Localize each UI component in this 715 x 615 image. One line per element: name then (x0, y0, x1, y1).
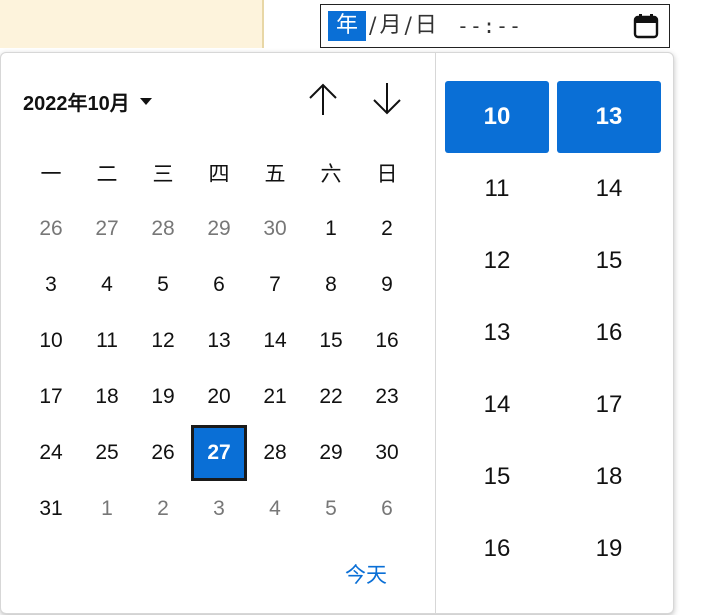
calendar-day[interactable]: 4 (79, 257, 135, 313)
weekday-label: 四 (208, 162, 230, 186)
weekday-header-row: 一 二 三 四 五 六 日 (23, 145, 415, 201)
calendar-icon[interactable] (633, 13, 659, 39)
calendar-panel: 2022年10月 一 二 三 四 五 六 日 26 27 28 29 30 1 … (1, 53, 436, 613)
calendar-day[interactable]: 6 (191, 257, 247, 313)
month-year-label: 2022年10月 (23, 93, 130, 115)
calendar-day-other-month[interactable]: 1 (79, 481, 135, 537)
calendar-day[interactable]: 19 (135, 369, 191, 425)
hour-option[interactable]: 11 (445, 153, 549, 225)
date-separator: / (404, 13, 412, 39)
calendar-day[interactable]: 9 (359, 257, 415, 313)
calendar-day-other-month[interactable]: 28 (135, 201, 191, 257)
calendar-day[interactable]: 22 (303, 369, 359, 425)
calendar-day[interactable]: 30 (359, 425, 415, 481)
weekday-label: 日 (376, 162, 398, 186)
calendar-day-other-month[interactable]: 29 (191, 201, 247, 257)
arrow-down-icon[interactable] (367, 79, 407, 119)
hour-option[interactable]: 16 (445, 513, 549, 585)
month-year-selector[interactable]: 2022年10月 (23, 87, 152, 116)
calendar-day[interactable]: 17 (23, 369, 79, 425)
hour-column[interactable]: 10 11 12 13 14 15 16 (445, 81, 549, 585)
background-panel (0, 0, 264, 48)
year-segment[interactable]: 年 (328, 11, 367, 41)
calendar-day[interactable]: 10 (23, 313, 79, 369)
calendar-day[interactable]: 12 (135, 313, 191, 369)
weekday-label: 二 (96, 162, 118, 186)
calendar-day[interactable]: 18 (79, 369, 135, 425)
calendar-day[interactable]: 11 (79, 313, 135, 369)
day-segment[interactable]: 日 (415, 11, 437, 41)
calendar-day[interactable]: 13 (191, 313, 247, 369)
minute-option[interactable]: 14 (557, 153, 661, 225)
calendar-day[interactable]: 31 (23, 481, 79, 537)
weekday-label: 六 (320, 162, 342, 186)
minute-option-selected[interactable]: 13 (557, 81, 661, 153)
minute-option[interactable]: 17 (557, 369, 661, 441)
calendar-day[interactable]: 29 (303, 425, 359, 481)
calendar-day[interactable]: 2 (359, 201, 415, 257)
today-button[interactable]: 今天 (345, 559, 387, 589)
weekday-label: 一 (40, 162, 62, 186)
calendar-week-row: 17 18 19 20 21 22 23 (23, 369, 415, 425)
calendar-day[interactable]: 7 (247, 257, 303, 313)
calendar-day[interactable]: 16 (359, 313, 415, 369)
calendar-week-row: 24 25 26 27 28 29 30 (23, 425, 415, 481)
hour-option[interactable]: 13 (445, 297, 549, 369)
date-separator: / (369, 13, 377, 39)
hour-option[interactable]: 15 (445, 441, 549, 513)
calendar-day-other-month[interactable]: 6 (359, 481, 415, 537)
datetime-input[interactable]: 年 / 月 / 日 --:-- (320, 4, 670, 48)
calendar-day-other-month[interactable]: 2 (135, 481, 191, 537)
calendar-day-other-month[interactable]: 4 (247, 481, 303, 537)
calendar-day[interactable]: 5 (135, 257, 191, 313)
calendar-week-row: 26 27 28 29 30 1 2 (23, 201, 415, 257)
calendar-day-other-month[interactable]: 26 (23, 201, 79, 257)
hour-option-selected[interactable]: 10 (445, 81, 549, 153)
calendar-day[interactable]: 28 (247, 425, 303, 481)
calendar-day[interactable]: 23 (359, 369, 415, 425)
calendar-day[interactable]: 3 (23, 257, 79, 313)
calendar-day[interactable]: 25 (79, 425, 135, 481)
calendar-day[interactable]: 26 (135, 425, 191, 481)
calendar-day-other-month[interactable]: 30 (247, 201, 303, 257)
calendar-day[interactable]: 21 (247, 369, 303, 425)
minute-option[interactable]: 19 (557, 513, 661, 585)
calendar-day[interactable]: 8 (303, 257, 359, 313)
calendar-day-other-month[interactable]: 3 (191, 481, 247, 537)
calendar-day[interactable]: 24 (23, 425, 79, 481)
calendar-day-other-month[interactable]: 27 (79, 201, 135, 257)
weekday-label: 五 (264, 162, 286, 186)
hour-option[interactable]: 12 (445, 225, 549, 297)
hour-option[interactable]: 14 (445, 369, 549, 441)
calendar-day[interactable]: 15 (303, 313, 359, 369)
calendar-week-row: 10 11 12 13 14 15 16 (23, 313, 415, 369)
calendar-week-row: 3 4 5 6 7 8 9 (23, 257, 415, 313)
calendar-day-selected[interactable]: 27 (191, 425, 247, 481)
month-segment[interactable]: 月 (379, 11, 401, 41)
arrow-up-icon[interactable] (303, 79, 343, 119)
calendar-day[interactable]: 20 (191, 369, 247, 425)
caret-down-icon (139, 98, 152, 105)
calendar-grid: 一 二 三 四 五 六 日 26 27 28 29 30 1 2 3 4 5 6… (23, 145, 415, 537)
minute-option[interactable]: 16 (557, 297, 661, 369)
calendar-day[interactable]: 1 (303, 201, 359, 257)
calendar-day[interactable]: 14 (247, 313, 303, 369)
time-segment[interactable]: --:-- (457, 14, 522, 38)
datetime-picker-popup: 2022年10月 一 二 三 四 五 六 日 26 27 28 29 30 1 … (0, 52, 674, 614)
minute-option[interactable]: 15 (557, 225, 661, 297)
calendar-day-other-month[interactable]: 5 (303, 481, 359, 537)
weekday-label: 三 (152, 162, 174, 186)
minute-option[interactable]: 18 (557, 441, 661, 513)
time-panel: 10 11 12 13 14 15 16 13 14 15 16 17 18 1… (437, 53, 673, 613)
calendar-week-row: 31 1 2 3 4 5 6 (23, 481, 415, 537)
minute-column[interactable]: 13 14 15 16 17 18 19 (557, 81, 661, 585)
